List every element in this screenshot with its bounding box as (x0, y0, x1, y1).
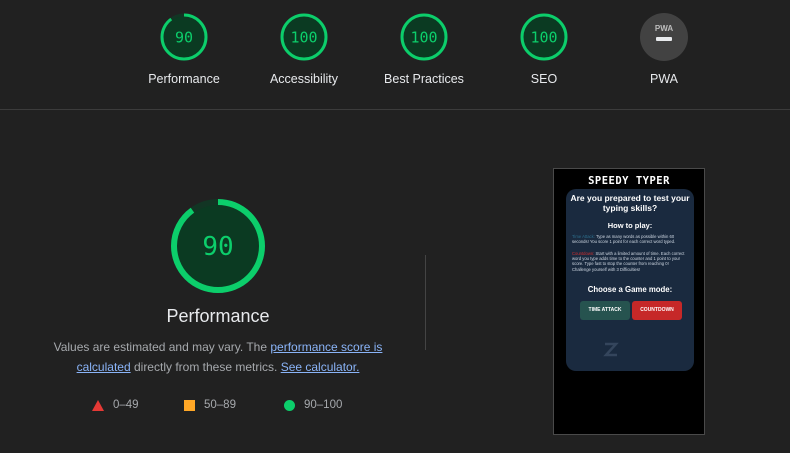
gauge-best-practices[interactable]: 100 Best Practices (364, 12, 484, 86)
performance-gauge-large: 90 (171, 199, 265, 293)
thumbnail-app-title: SPEEDY TYPER (588, 175, 670, 187)
legend-pass: 90–100 (284, 397, 342, 413)
legend-range: 90–100 (304, 399, 343, 411)
triangle-icon (92, 399, 104, 411)
decorative-letter-icon (603, 342, 619, 357)
countdown-button: COUNTDOWN (632, 301, 682, 320)
thumbnail-choose-mode: Choose a Game mode: (587, 285, 673, 294)
legend-fail: 0–49 (92, 397, 139, 413)
gauge-label: SEO (530, 72, 558, 86)
square-icon (184, 399, 195, 411)
circle-icon (284, 399, 295, 411)
performance-score: 90 (202, 232, 233, 262)
thumbnail-question: Are you prepared to test your typing ski… (570, 193, 690, 213)
gauge-label: Performance (148, 72, 220, 86)
gauge-score: 100 (410, 29, 437, 47)
gauge-ring: 100 (400, 13, 448, 61)
performance-title: Performance (166, 306, 270, 326)
gauge-label: Best Practices (384, 72, 464, 86)
thumbnail-card: Are you prepared to test your typing ski… (566, 189, 694, 371)
gauge-score: 100 (530, 29, 557, 47)
vertical-divider (425, 255, 426, 350)
legend-range: 0–49 (113, 399, 139, 411)
category-gauges-bar: 90 Performance 100 Accessibility 100 Bes… (0, 0, 790, 110)
pwa-badge-text: PWA (655, 24, 673, 33)
thumbnail-countdown-desc: Countdown: Start with a limited amount o… (572, 251, 688, 272)
gauge-label: Accessibility (269, 72, 339, 86)
performance-description: Values are estimated and may vary. The p… (40, 337, 396, 377)
legend-average: 50–89 (184, 397, 236, 413)
pwa-dash-icon (656, 37, 672, 41)
gauge-ring: 100 (280, 13, 328, 61)
gauge-score: 100 (290, 29, 317, 47)
final-screenshot-thumbnail[interactable]: SPEEDY TYPER Are you prepared to test yo… (553, 168, 705, 435)
gauge-pwa[interactable]: PWA PWA (604, 12, 724, 86)
thumbnail-time-attack-desc: Time Attack: Type as many words as possi… (572, 234, 688, 244)
description-text: Values are estimated and may vary. The (53, 340, 271, 354)
gauge-score: 90 (175, 29, 193, 47)
pwa-badge-icon: PWA (640, 13, 688, 61)
description-text: directly from these metrics. (130, 360, 281, 374)
time-attack-button: TIME ATTACK (580, 301, 630, 320)
gauge-accessibility[interactable]: 100 Accessibility (244, 12, 364, 86)
gauge-ring: 100 (520, 13, 568, 61)
gauge-performance[interactable]: 90 Performance (124, 12, 244, 86)
legend-range: 50–89 (204, 399, 236, 411)
gauge-seo[interactable]: 100 SEO (484, 12, 604, 86)
gauge-ring: 90 (160, 13, 208, 61)
gauge-label: PWA (649, 72, 678, 86)
thumbnail-how-to-play: How to play: (607, 221, 653, 230)
see-calculator-link[interactable]: See calculator. (281, 360, 360, 374)
